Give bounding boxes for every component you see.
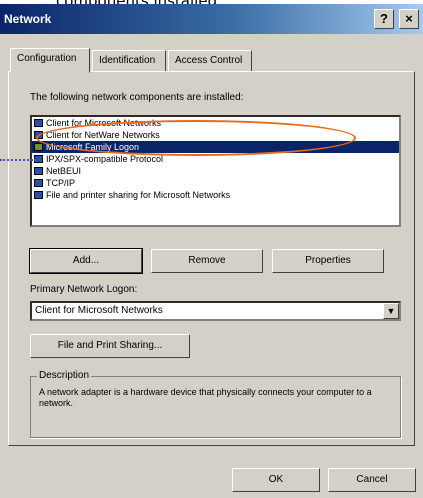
network-client-icon bbox=[34, 119, 43, 127]
ok-button[interactable]: OK bbox=[232, 468, 320, 492]
list-item[interactable]: File and printer sharing for Microsoft N… bbox=[32, 189, 399, 201]
description-text: A network adapter is a hardware device t… bbox=[39, 387, 372, 408]
list-item[interactable]: NetBEUI bbox=[32, 165, 399, 177]
chevron-down-icon[interactable]: ▼ bbox=[383, 303, 399, 319]
tab-configuration[interactable]: Configuration bbox=[10, 48, 90, 73]
list-item-selected[interactable]: Microsoft Family Logon bbox=[32, 141, 399, 153]
add-button[interactable]: Add... bbox=[29, 248, 143, 274]
properties-button[interactable]: Properties bbox=[272, 249, 384, 273]
protocol-icon bbox=[34, 167, 43, 175]
primary-logon-select[interactable]: Client for Microsoft Networks ▼ bbox=[30, 301, 401, 321]
help-button[interactable]: ? bbox=[374, 9, 394, 29]
file-print-sharing-button[interactable]: File and Print Sharing... bbox=[30, 334, 190, 358]
tab-identification[interactable]: Identification bbox=[92, 50, 166, 72]
description-group: Description A network adapter is a hardw… bbox=[30, 370, 401, 438]
description-legend: Description bbox=[37, 370, 92, 381]
close-button[interactable]: × bbox=[399, 9, 419, 29]
window-title: Network bbox=[4, 12, 52, 26]
components-label: The following network components are ins… bbox=[30, 92, 244, 103]
network-client-icon bbox=[34, 143, 43, 151]
list-item[interactable]: TCP/IP bbox=[32, 177, 399, 189]
file-sharing-icon bbox=[34, 191, 43, 199]
network-dialog: Network ? × Configuration Identification… bbox=[0, 4, 423, 498]
list-item[interactable]: Client for NetWare Networks bbox=[32, 129, 399, 141]
list-item[interactable]: Client for Microsoft Networks bbox=[32, 117, 399, 129]
tab-access-control[interactable]: Access Control bbox=[168, 50, 252, 72]
network-client-icon bbox=[34, 131, 43, 139]
remove-button[interactable]: Remove bbox=[151, 249, 263, 273]
primary-logon-value: Client for Microsoft Networks bbox=[35, 305, 163, 316]
primary-logon-label: Primary Network Logon: bbox=[30, 284, 138, 295]
list-item[interactable]: IPX/SPX-compatible Protocol bbox=[32, 153, 399, 165]
components-listbox[interactable]: Client for Microsoft Networks Client for… bbox=[30, 115, 401, 227]
cancel-button[interactable]: Cancel bbox=[328, 468, 416, 492]
pointer-dotted-line bbox=[0, 159, 36, 161]
title-bar[interactable]: Network ? × bbox=[0, 4, 423, 34]
protocol-icon bbox=[34, 179, 43, 187]
